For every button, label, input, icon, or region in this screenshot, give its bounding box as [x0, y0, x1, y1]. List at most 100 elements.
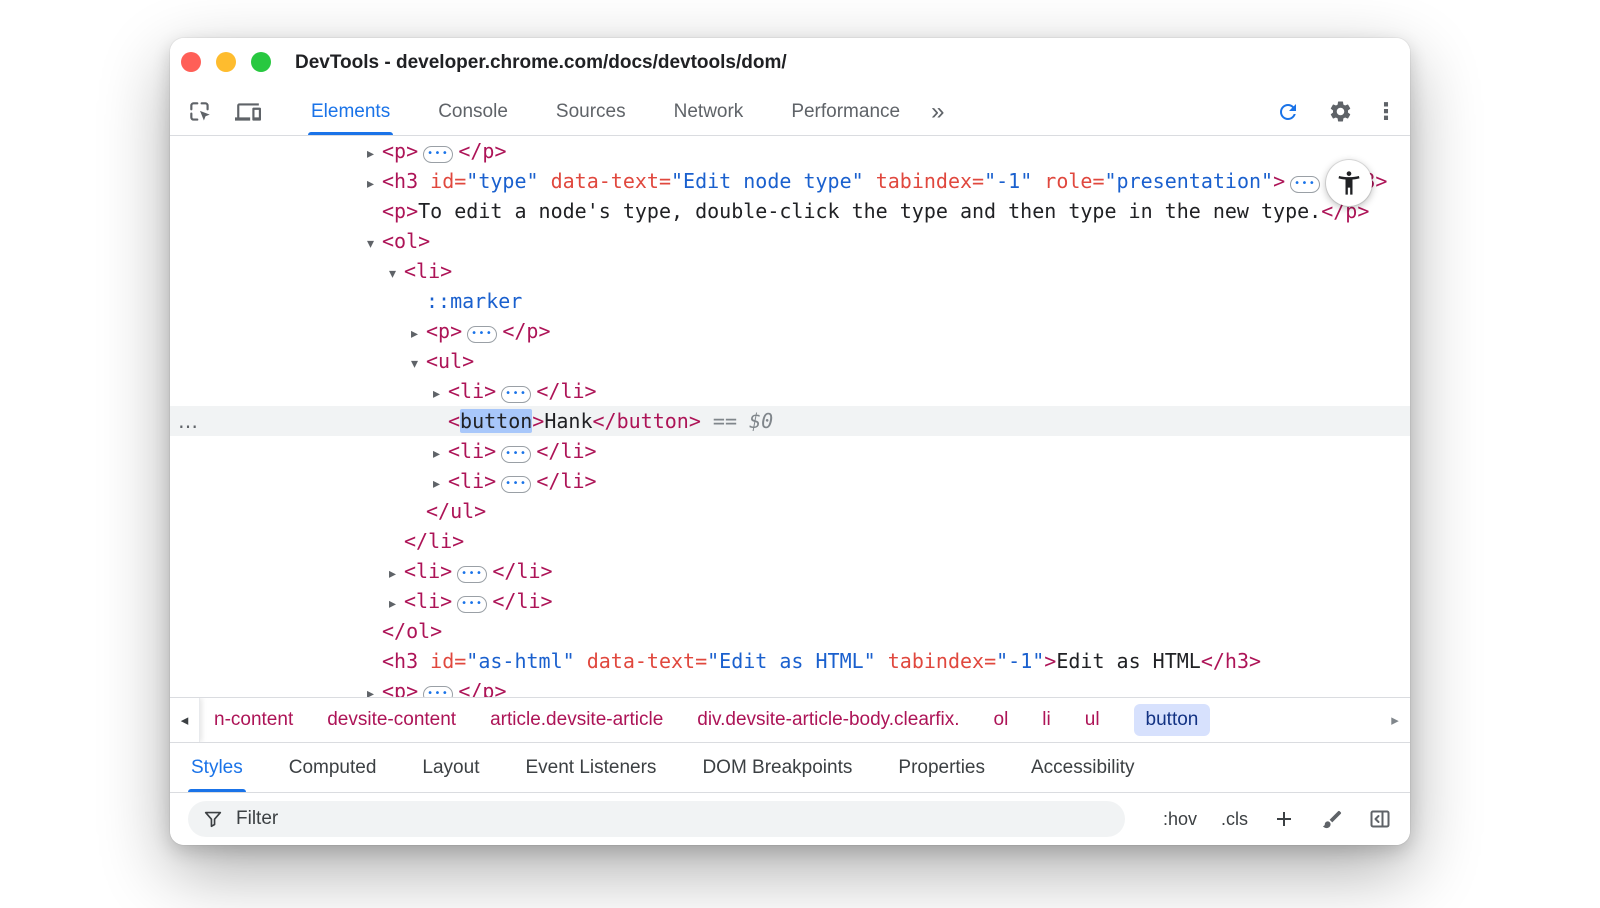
expand-ellipsis-button[interactable]: ••• [501, 476, 531, 493]
dom-tree-row[interactable]: ▸<p>•••</p> [170, 136, 1410, 166]
tab-elements[interactable]: Elements [308, 88, 393, 135]
token-attribute-value: "Edit node type" [671, 169, 864, 193]
token-attribute: id= [418, 169, 466, 193]
tree-collapse-arrow-icon[interactable]: ▾ [367, 229, 382, 259]
dom-tree-row[interactable]: ::marker [170, 286, 1410, 316]
tab-properties[interactable]: Properties [895, 743, 988, 792]
tab-computed[interactable]: Computed [286, 743, 380, 792]
tree-expand-arrow-icon[interactable]: ▸ [367, 169, 382, 199]
minimize-window-button[interactable] [216, 52, 236, 72]
breadcrumb-item-li[interactable]: li [1042, 709, 1050, 731]
dom-tree-row[interactable]: ▸<p>•••</p> [170, 676, 1410, 697]
expand-ellipsis-button[interactable]: ••• [423, 146, 453, 163]
tree-expand-arrow-icon[interactable]: ▸ [433, 469, 448, 499]
breadcrumb-item-ol[interactable]: ol [994, 709, 1009, 731]
dom-tree-row[interactable]: ▸<p>•••</p> [170, 316, 1410, 346]
expand-ellipsis-button[interactable]: ••• [501, 386, 531, 403]
tab-performance[interactable]: Performance [788, 88, 903, 135]
breadcrumb-item-n-content[interactable]: n-content [214, 709, 293, 731]
row-overflow-indicator[interactable]: … [178, 406, 198, 436]
tab-sources[interactable]: Sources [553, 88, 629, 135]
breadcrumb-item-article-devsite-article[interactable]: article.devsite-article [490, 709, 663, 731]
tree-expand-arrow-icon[interactable]: ▸ [411, 319, 426, 349]
more-tabs-button[interactable]: » [931, 90, 944, 134]
tab-layout[interactable]: Layout [419, 743, 482, 792]
dom-tree-row[interactable]: ▸<li>•••</li> [170, 436, 1410, 466]
tree-expand-arrow-icon[interactable]: ▸ [367, 679, 382, 697]
dom-tree-row[interactable]: ▸<h3 id="type" data-text="Edit node type… [170, 166, 1410, 196]
styles-filter-input[interactable] [236, 808, 1111, 830]
tree-collapse-arrow-icon[interactable]: ▾ [389, 259, 404, 289]
settings-gear-icon[interactable] [1326, 98, 1354, 126]
dom-tree-row[interactable]: ▾<ol> [170, 226, 1410, 256]
breadcrumb-scroll-left-button[interactable]: ◂ [170, 698, 200, 742]
close-window-button[interactable] [181, 52, 201, 72]
accessibility-icon[interactable] [1326, 160, 1372, 206]
token-text: Hank [544, 409, 592, 433]
dom-tree-row[interactable]: <p>To edit a node's type, double-click t… [170, 196, 1410, 226]
token-tag: </li> [536, 439, 596, 463]
dom-tree-row[interactable]: <h3 id="as-html" data-text="Edit as HTML… [170, 646, 1410, 676]
token-tag: </p> [458, 139, 506, 163]
toggle-element-state-button[interactable]: :hov [1163, 809, 1197, 830]
tab-dom-breakpoints[interactable]: DOM Breakpoints [699, 743, 855, 792]
dom-tree-row[interactable]: ▸<li>•••</li> [170, 466, 1410, 496]
tree-expand-arrow-icon[interactable]: ▸ [433, 439, 448, 469]
dom-tree-row[interactable]: </ol> [170, 616, 1410, 646]
tab-network[interactable]: Network [671, 88, 747, 135]
zoom-window-button[interactable] [251, 52, 271, 72]
overflow-menu-icon[interactable]: ⋮ [1378, 98, 1394, 126]
breadcrumb-item-ul[interactable]: ul [1085, 709, 1100, 731]
token-tag: <li> [404, 259, 452, 283]
expand-ellipsis-button[interactable]: ••• [1290, 176, 1320, 193]
toggle-sidebar-icon[interactable] [1368, 807, 1392, 831]
tab-event-listeners[interactable]: Event Listeners [522, 743, 659, 792]
rendering-emulation-brush-icon[interactable] [1320, 807, 1344, 831]
token-tag: </ul> [426, 499, 486, 523]
expand-ellipsis-button[interactable]: ••• [457, 596, 487, 613]
dom-tree-row[interactable]: ▸<li>•••</li> [170, 556, 1410, 586]
tree-expand-arrow-icon[interactable]: ▸ [389, 559, 404, 589]
dom-tree-row[interactable]: ▸<li>•••</li> [170, 586, 1410, 616]
tree-expand-arrow-icon[interactable]: ▸ [367, 139, 382, 169]
token-pseudo-marker: ::marker [426, 289, 522, 313]
tree-expand-arrow-icon[interactable]: ▸ [433, 379, 448, 409]
tree-expand-arrow-icon[interactable]: ▸ [389, 589, 404, 619]
devtools-toolbar: Elements Console Sources Network Performance… [170, 88, 1410, 136]
breadcrumb-item-devsite-content[interactable]: devsite-content [327, 709, 456, 731]
expand-ellipsis-button[interactable]: ••• [457, 566, 487, 583]
sync-icon[interactable] [1274, 98, 1302, 126]
inspect-icon[interactable] [186, 98, 214, 126]
breadcrumb-item-div-devsite-article-body-clearfix[interactable]: div.devsite-article-body.clearfix. [697, 709, 959, 731]
window-title: DevTools - developer.chrome.com/docs/dev… [295, 52, 787, 74]
sidebar-tabs: Styles Computed Layout Event Listeners DOM B… [170, 743, 1410, 793]
toggle-class-button[interactable]: .cls [1221, 809, 1248, 830]
breadcrumb-item-button[interactable]: button [1134, 704, 1211, 736]
dom-tree-row[interactable]: ▸<li>•••</li> [170, 376, 1410, 406]
dom-tree-row[interactable]: </ul> [170, 496, 1410, 526]
new-style-rule-icon[interactable] [1272, 807, 1296, 831]
tree-collapse-arrow-icon[interactable]: ▾ [411, 349, 426, 379]
token-tag: </li> [404, 529, 464, 553]
window-titlebar: DevTools - developer.chrome.com/docs/dev… [170, 38, 1410, 88]
expand-ellipsis-button[interactable]: ••• [423, 686, 453, 697]
dom-tree: ▸<p>•••</p>▸<h3 id="type" data-text="Edi… [170, 136, 1410, 697]
token-tag: <li> [448, 469, 496, 493]
dom-tree-row[interactable]: </li> [170, 526, 1410, 556]
token-tag: <li> [404, 589, 452, 613]
breadcrumb-scroll-right-button[interactable]: ▸ [1380, 698, 1410, 742]
token-attribute: tabindex= [876, 649, 996, 673]
tab-accessibility[interactable]: Accessibility [1028, 743, 1137, 792]
tab-styles[interactable]: Styles [188, 743, 246, 792]
token-tag: <p> [382, 679, 418, 697]
tab-console[interactable]: Console [435, 88, 511, 135]
dom-tree-row[interactable]: …<button>Hank</button> == $0 [170, 406, 1410, 436]
dom-tree-row[interactable]: ▾<li> [170, 256, 1410, 286]
device-toolbar-icon[interactable] [234, 98, 262, 126]
filter-input-container[interactable] [188, 801, 1125, 837]
expand-ellipsis-button[interactable]: ••• [501, 446, 531, 463]
expand-ellipsis-button[interactable]: ••• [467, 326, 497, 343]
dom-tree-row[interactable]: ▾<ul> [170, 346, 1410, 376]
token-attribute-value: "as-html" [466, 649, 574, 673]
token-tag: </p> [502, 319, 550, 343]
